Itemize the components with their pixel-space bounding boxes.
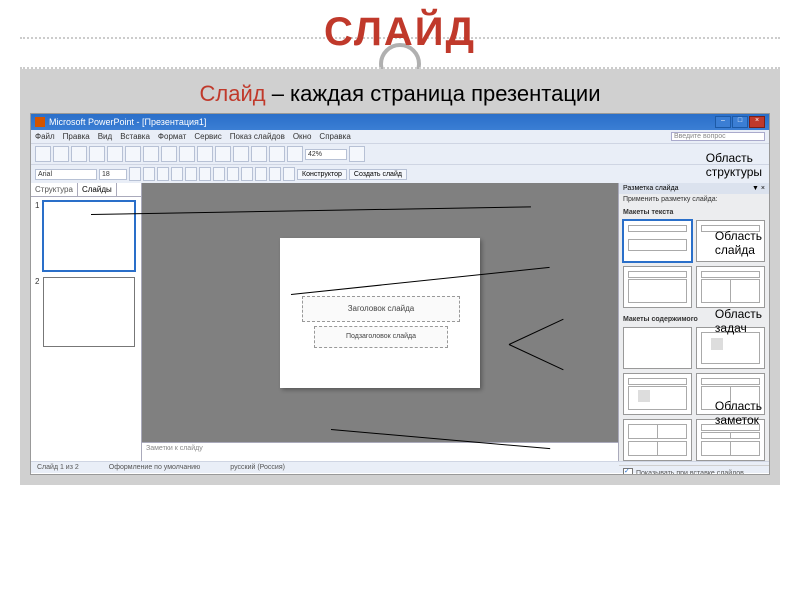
subtitle-term: Слайд (199, 81, 265, 106)
title-placeholder[interactable]: Заголовок слайда (302, 296, 460, 322)
paste-icon[interactable] (161, 146, 177, 162)
callout-structure: Область структуры (706, 151, 762, 179)
print-icon[interactable] (89, 146, 105, 162)
formatting-toolbar: Arial 18 Конструктор Создать слайд (31, 164, 769, 183)
tab-outline[interactable]: Структура (31, 183, 78, 196)
powerpoint-icon (35, 117, 45, 127)
menu-help[interactable]: Справка (319, 132, 350, 141)
tab-slides[interactable]: Слайды (78, 183, 117, 196)
design-button[interactable]: Конструктор (297, 169, 347, 180)
redo-icon[interactable] (197, 146, 213, 162)
cut-icon[interactable] (125, 146, 141, 162)
menu-bar: Файл Правка Вид Вставка Формат Сервис По… (31, 130, 769, 143)
new-slide-button[interactable]: Создать слайд (349, 169, 407, 180)
italic-icon[interactable] (143, 167, 155, 181)
menu-format[interactable]: Формат (158, 132, 186, 141)
menu-window[interactable]: Окно (293, 132, 312, 141)
layout-four-content[interactable] (623, 419, 692, 461)
subtitle-placeholder[interactable]: Подзаголовок слайда (314, 326, 448, 348)
close-button[interactable]: × (749, 116, 765, 128)
insert-table-icon[interactable] (233, 146, 249, 162)
taskpane-close-icon[interactable]: ▼ × (752, 185, 765, 192)
powerpoint-figure: Microsoft PowerPoint - [Презентация1] – … (30, 113, 770, 475)
maximize-button[interactable]: □ (732, 116, 748, 128)
layout-title-content[interactable] (623, 266, 692, 308)
copy-icon[interactable] (143, 146, 159, 162)
layout-title-content2[interactable] (623, 373, 692, 415)
taskpane-subtitle: Применить разметку слайда: (619, 194, 769, 205)
menu-file[interactable]: Файл (35, 132, 55, 141)
thumb-number: 2 (35, 277, 41, 286)
callout-slide: Область слайда (715, 229, 762, 257)
show-on-insert-checkbox[interactable] (623, 468, 633, 475)
show-on-insert-label: Показывать при вставке слайдов (636, 470, 744, 476)
menu-edit[interactable]: Правка (63, 132, 90, 141)
open-icon[interactable] (53, 146, 69, 162)
increase-font-icon[interactable] (255, 167, 267, 181)
window-title: Microsoft PowerPoint - [Презентация1] (49, 117, 206, 127)
slide-title: СЛАЙД (0, 10, 800, 55)
insert-chart-icon[interactable] (215, 146, 231, 162)
slide-edit-area: Заголовок слайда Подзаголовок слайда Зам… (142, 183, 618, 461)
zoom-combo[interactable]: 42% (305, 149, 347, 160)
decrease-font-icon[interactable] (269, 167, 281, 181)
callout-notes: Область заметок (715, 399, 762, 427)
status-design: Оформление по умолчанию (109, 464, 201, 471)
outline-slides-pane: Структура Слайды 1 2 (31, 183, 142, 461)
font-size-combo[interactable]: 18 (99, 169, 127, 180)
bullets-icon[interactable] (241, 167, 253, 181)
underline-icon[interactable] (157, 167, 169, 181)
align-right-icon[interactable] (213, 167, 225, 181)
hyperlink-icon[interactable] (251, 146, 267, 162)
spellcheck-icon[interactable] (107, 146, 123, 162)
layout-two-content[interactable] (696, 266, 765, 308)
content-panel: Слайд – каждая страница презентации Micr… (20, 69, 780, 485)
minimize-button[interactable]: – (715, 116, 731, 128)
menu-tools[interactable]: Сервис (194, 132, 221, 141)
standard-toolbar: 42% (31, 143, 769, 164)
save-icon[interactable] (71, 146, 87, 162)
font-color-icon[interactable] (283, 167, 295, 181)
help-icon[interactable] (349, 146, 365, 162)
shadow-icon[interactable] (171, 167, 183, 181)
numbering-icon[interactable] (227, 167, 239, 181)
help-question-input[interactable]: Введите вопрос (671, 132, 765, 141)
layout-blank[interactable] (623, 327, 692, 369)
callout-taskpane: Область задач (715, 307, 762, 335)
undo-icon[interactable] (179, 146, 195, 162)
tables-borders-icon[interactable] (269, 146, 285, 162)
subtitle: Слайд – каждая страница презентации (30, 81, 770, 107)
menu-insert[interactable]: Вставка (120, 132, 150, 141)
slide-thumbnail-1[interactable] (43, 201, 135, 271)
menu-slideshow[interactable]: Показ слайдов (230, 132, 285, 141)
taskpane-title: Разметка слайда (623, 185, 679, 192)
layout-title-slide[interactable] (623, 220, 692, 262)
bold-icon[interactable] (129, 167, 141, 181)
zoom-icon[interactable] (287, 146, 303, 162)
text-layouts-label: Макеты текста (619, 207, 769, 218)
window-titlebar: Microsoft PowerPoint - [Презентация1] – … (31, 114, 769, 130)
slide-canvas[interactable]: Заголовок слайда Подзаголовок слайда (280, 238, 480, 388)
menu-view[interactable]: Вид (98, 132, 112, 141)
slide-thumbnail-2[interactable] (43, 277, 135, 347)
status-slide-number: Слайд 1 из 2 (37, 464, 79, 471)
subtitle-def: – каждая страница презентации (266, 81, 601, 106)
status-language: русский (Россия) (230, 464, 285, 471)
new-icon[interactable] (35, 146, 51, 162)
align-center-icon[interactable] (199, 167, 211, 181)
font-combo[interactable]: Arial (35, 169, 97, 180)
thumb-number: 1 (35, 201, 41, 210)
notes-pane[interactable]: Заметки к слайду (142, 442, 618, 461)
align-left-icon[interactable] (185, 167, 197, 181)
